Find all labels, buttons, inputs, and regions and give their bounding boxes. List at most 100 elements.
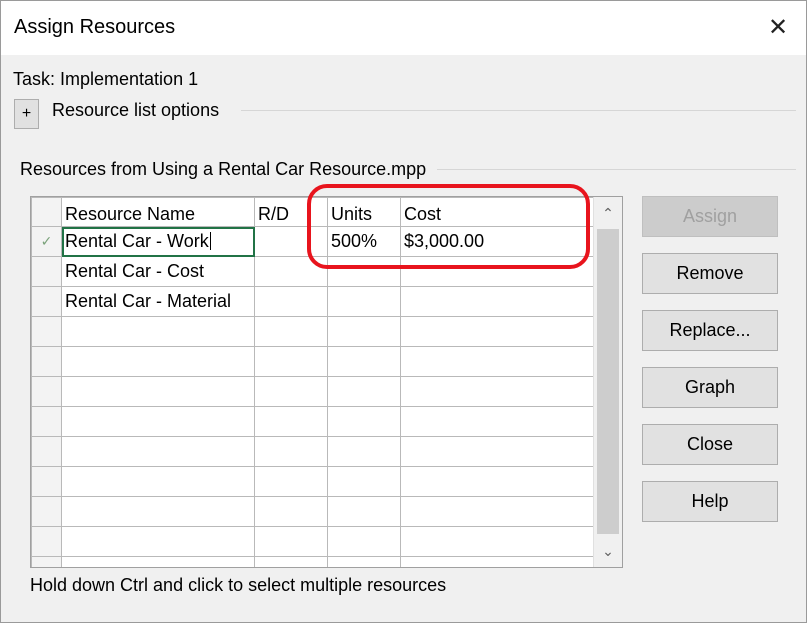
cell-rd[interactable] [254, 556, 328, 567]
row-header[interactable] [31, 256, 62, 287]
table-row[interactable] [31, 556, 594, 567]
help-button[interactable]: Help [642, 481, 778, 522]
title-bar: Assign Resources ✕ [1, 1, 806, 55]
scroll-down-icon[interactable]: ⌄ [594, 537, 622, 565]
cell-resource-name[interactable] [61, 376, 255, 407]
cell-cost[interactable]: $3,000.00 [400, 226, 594, 257]
cell-cost[interactable] [400, 406, 594, 437]
replace-button[interactable]: Replace... [642, 310, 778, 351]
cell-units[interactable] [327, 406, 401, 437]
column-header-cost[interactable]: Cost [400, 197, 594, 227]
cell-resource-name[interactable] [61, 346, 255, 377]
expand-options-button[interactable]: + [14, 99, 39, 129]
cell-rd[interactable] [254, 466, 328, 497]
cell-rd[interactable] [254, 526, 328, 557]
cell-cost[interactable] [400, 466, 594, 497]
grid-body: ✓ Rental Car - Work 500% $3,000.00 Rental Ca… [31, 226, 594, 567]
cell-cost[interactable] [400, 256, 594, 287]
cell-units[interactable] [327, 376, 401, 407]
row-header[interactable] [31, 556, 62, 567]
cell-units[interactable] [327, 556, 401, 567]
scroll-up-icon[interactable]: ⌃ [594, 199, 622, 227]
row-header[interactable] [31, 316, 62, 347]
column-header-resource-name[interactable]: Resource Name [61, 197, 255, 227]
resources-grid[interactable]: Resource Name R/D Units Cost ✓ Rental Car… [30, 196, 623, 568]
cell-units[interactable] [327, 466, 401, 497]
cell-cost[interactable] [400, 376, 594, 407]
resource-list-options-label[interactable]: Resource list options [52, 100, 219, 121]
table-row[interactable] [31, 496, 594, 527]
table-row[interactable]: Rental Car - Material [31, 286, 594, 317]
scrollbar-thumb[interactable] [597, 229, 619, 534]
cell-units[interactable] [327, 286, 401, 317]
table-row[interactable] [31, 316, 594, 347]
cell-rd[interactable] [254, 376, 328, 407]
row-header[interactable] [31, 406, 62, 437]
row-header[interactable] [31, 466, 62, 497]
table-row[interactable] [31, 406, 594, 437]
assign-button[interactable]: Assign [642, 196, 778, 237]
table-row[interactable]: ✓ Rental Car - Work 500% $3,000.00 [31, 226, 594, 257]
column-header-units[interactable]: Units [327, 197, 401, 227]
cell-rd[interactable] [254, 256, 328, 287]
cell-cost[interactable] [400, 436, 594, 467]
cell-units[interactable] [327, 526, 401, 557]
row-header[interactable] [31, 376, 62, 407]
cell-resource-name[interactable] [61, 406, 255, 437]
resources-table: Resource Name R/D Units Cost ✓ Rental Car… [31, 197, 594, 567]
cell-rd[interactable] [254, 286, 328, 317]
row-header[interactable] [31, 526, 62, 557]
cell-rd[interactable] [254, 316, 328, 347]
cell-resource-name[interactable] [61, 436, 255, 467]
cell-rd[interactable] [254, 346, 328, 377]
cell-units[interactable] [327, 256, 401, 287]
cell-cost[interactable] [400, 346, 594, 377]
cell-resource-name[interactable] [61, 496, 255, 527]
cell-units[interactable] [327, 316, 401, 347]
cell-resource-name[interactable] [61, 526, 255, 557]
divider [437, 169, 796, 170]
cell-resource-name[interactable] [61, 466, 255, 497]
footer-hint: Hold down Ctrl and click to select multi… [30, 575, 447, 595]
cell-units[interactable]: 500% [327, 226, 401, 257]
table-row[interactable] [31, 376, 594, 407]
table-row[interactable] [31, 346, 594, 377]
cell-cost[interactable] [400, 556, 594, 567]
row-header[interactable] [31, 496, 62, 527]
row-header[interactable] [31, 346, 62, 377]
vertical-scrollbar[interactable]: ⌃ ⌄ [593, 197, 622, 567]
table-row[interactable]: Rental Car - Cost [31, 256, 594, 287]
cell-cost[interactable] [400, 316, 594, 347]
table-row[interactable] [31, 436, 594, 467]
cell-rd[interactable] [254, 406, 328, 437]
close-button[interactable]: Close [642, 424, 778, 465]
close-icon[interactable]: ✕ [763, 13, 793, 43]
dialog-title: Assign Resources [14, 16, 176, 38]
row-header[interactable] [31, 286, 62, 317]
cell-rd[interactable] [254, 436, 328, 467]
cell-units[interactable] [327, 436, 401, 467]
cell-cost[interactable] [400, 526, 594, 557]
cell-resource-name[interactable]: Rental Car - Material [61, 286, 255, 317]
cell-units[interactable] [327, 346, 401, 377]
table-row[interactable] [31, 466, 594, 497]
graph-button[interactable]: Graph [642, 367, 778, 408]
cell-rd[interactable] [254, 226, 328, 257]
column-header-rd[interactable]: R/D [254, 197, 328, 227]
cell-resource-name[interactable]: Rental Car - Cost [61, 256, 255, 287]
row-header-corner [31, 197, 62, 227]
resources-group-label: Resources from Using a Rental Car Resour… [20, 159, 427, 179]
row-header[interactable] [31, 436, 62, 467]
row-header[interactable]: ✓ [31, 226, 62, 257]
header-row: Resource Name R/D Units Cost [31, 197, 594, 227]
cell-cost[interactable] [400, 286, 594, 317]
table-row[interactable] [31, 526, 594, 557]
cell-rd[interactable] [254, 496, 328, 527]
cell-resource-name[interactable] [61, 316, 255, 347]
cell-resource-name[interactable] [61, 556, 255, 567]
remove-button[interactable]: Remove [642, 253, 778, 294]
cell-cost[interactable] [400, 496, 594, 527]
divider [241, 110, 796, 111]
cell-resource-name[interactable]: Rental Car - Work [61, 226, 255, 257]
cell-units[interactable] [327, 496, 401, 527]
